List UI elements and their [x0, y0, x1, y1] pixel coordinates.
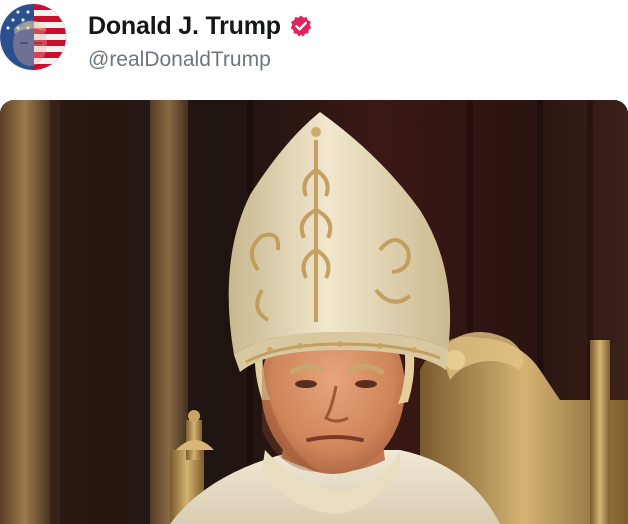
verified-badge-icon: [289, 14, 313, 38]
display-name[interactable]: Donald J. Trump: [88, 12, 281, 41]
flag-portrait-avatar-icon: [0, 4, 66, 70]
display-name-row: Donald J. Trump: [88, 8, 313, 44]
post-media-image[interactable]: [0, 100, 628, 524]
pope-portrait-image: [0, 100, 628, 524]
post-header: Donald J. Trump @realDonaldTrump: [0, 0, 628, 92]
avatar[interactable]: [0, 4, 66, 70]
handle[interactable]: @realDonaldTrump: [88, 48, 271, 72]
